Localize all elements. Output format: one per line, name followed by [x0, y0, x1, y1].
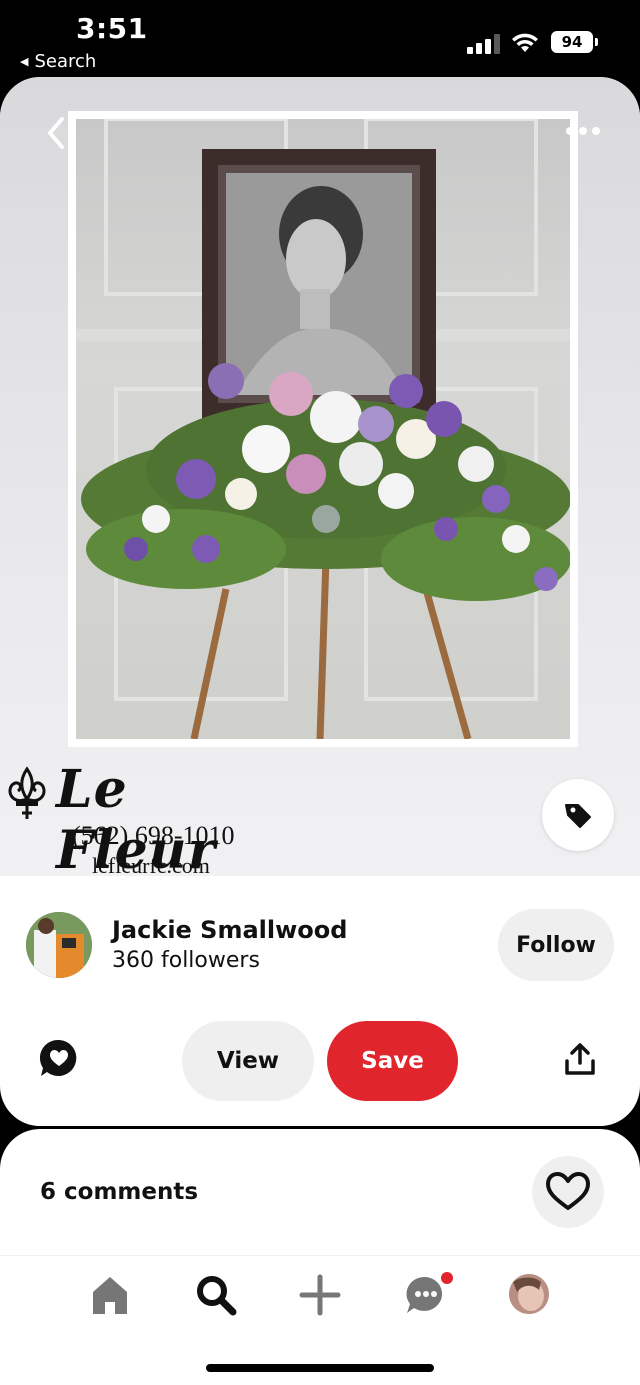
follow-button[interactable]: Follow: [498, 909, 614, 981]
status-bar: 3:51 ◀ Search 94: [0, 0, 640, 76]
home-indicator: [206, 1364, 434, 1372]
home-icon[interactable]: [87, 1272, 133, 1318]
profile-avatar[interactable]: [509, 1274, 549, 1314]
comment-icon[interactable]: [38, 1037, 80, 1079]
back-triangle-icon: ◀: [20, 55, 29, 68]
tag-icon: [565, 804, 591, 828]
photo-frame: [68, 111, 578, 747]
logo-block: Le Fleur (562) 698-1010 lefleurfc.com: [0, 757, 300, 881]
pin-image[interactable]: Le Fleur (562) 698-1010 lefleurfc.com: [0, 77, 640, 881]
comments-count[interactable]: 6 comments: [40, 1179, 198, 1205]
creator-avatar-image: [26, 912, 92, 978]
battery-indicator: 94: [551, 31, 598, 53]
notification-dot: [441, 1272, 453, 1284]
chevron-left-icon[interactable]: [42, 115, 70, 151]
search-icon[interactable]: [192, 1272, 238, 1318]
cellular-signal-icon: [467, 34, 501, 54]
view-button[interactable]: View: [182, 1021, 314, 1101]
wifi-icon: [512, 33, 538, 52]
fleur-de-lis-icon: [8, 766, 46, 819]
shop-tag-button[interactable]: [542, 779, 614, 851]
share-icon[interactable]: [562, 1041, 598, 1077]
messages-tab[interactable]: [403, 1272, 453, 1318]
add-icon[interactable]: [297, 1272, 343, 1318]
back-to-search-link[interactable]: ◀ Search: [20, 51, 96, 72]
creator-name[interactable]: Jackie Smallwood: [112, 916, 347, 944]
creator-row: Jackie Smallwood 360 followers Follow: [0, 876, 640, 1006]
like-button[interactable]: [532, 1156, 604, 1228]
creator-followers: 360 followers: [112, 948, 260, 973]
pin-card: Le Fleur (562) 698-1010 lefleurfc.com Ja…: [0, 77, 640, 1126]
save-button[interactable]: Save: [327, 1021, 458, 1101]
profile-avatar-image: [509, 1274, 549, 1314]
creator-avatar[interactable]: [26, 912, 92, 978]
logo-phone: (562) 698-1010: [72, 821, 235, 850]
action-row: View Save: [0, 1019, 640, 1103]
more-options-icon[interactable]: [566, 127, 602, 137]
flower-arrangement-illustration: [76, 119, 570, 739]
status-time: 3:51: [76, 12, 148, 45]
back-to-search-label: Search: [34, 51, 97, 72]
heart-icon: [546, 1172, 590, 1210]
arrangement-photo: [76, 119, 570, 739]
